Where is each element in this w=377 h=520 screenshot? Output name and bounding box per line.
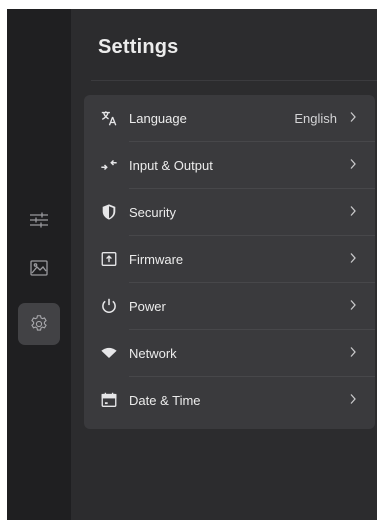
sliders-icon	[30, 212, 48, 228]
settings-item-label: Security	[129, 205, 176, 220]
rail-item-sliders[interactable]	[18, 199, 60, 241]
rail-item-image[interactable]	[18, 247, 60, 289]
settings-list: Language English Input & Output Security…	[84, 95, 375, 429]
settings-item-language[interactable]: Language English	[84, 95, 375, 142]
sidebar-rail	[7, 9, 71, 520]
settings-item-label: Date & Time	[129, 393, 201, 408]
shield-icon	[99, 202, 119, 222]
translate-icon	[99, 108, 119, 128]
chevron-right-icon	[347, 299, 359, 314]
page-title: Settings	[98, 36, 179, 58]
calendar-icon	[99, 390, 119, 410]
settings-window: Settings Language English Input & Output…	[7, 9, 377, 520]
settings-item-security[interactable]: Security	[84, 189, 375, 236]
settings-item-label: Power	[129, 299, 166, 314]
settings-item-label: Network	[129, 346, 177, 361]
input-output-icon	[99, 155, 119, 175]
gear-icon	[31, 315, 47, 331]
firmware-upload-icon	[99, 249, 119, 269]
settings-item-label: Input & Output	[129, 158, 213, 173]
settings-item-firmware[interactable]: Firmware	[84, 236, 375, 283]
settings-item-network[interactable]: Network	[84, 330, 375, 377]
image-icon	[30, 260, 48, 276]
settings-item-input-output[interactable]: Input & Output	[84, 142, 375, 189]
chevron-right-icon	[347, 393, 359, 408]
settings-item-date-time[interactable]: Date & Time	[84, 377, 375, 424]
chevron-right-icon	[347, 346, 359, 361]
chevron-right-icon	[347, 111, 359, 126]
settings-item-value: English	[294, 111, 337, 126]
power-icon	[99, 296, 119, 316]
header-divider	[91, 80, 377, 81]
settings-item-label: Language	[129, 111, 187, 126]
rail-item-settings[interactable]	[18, 303, 60, 345]
settings-item-label: Firmware	[129, 252, 184, 267]
chevron-right-icon	[347, 158, 359, 173]
chevron-right-icon	[347, 252, 359, 267]
wifi-icon	[99, 343, 119, 363]
chevron-right-icon	[347, 205, 359, 220]
settings-item-power[interactable]: Power	[84, 283, 375, 330]
